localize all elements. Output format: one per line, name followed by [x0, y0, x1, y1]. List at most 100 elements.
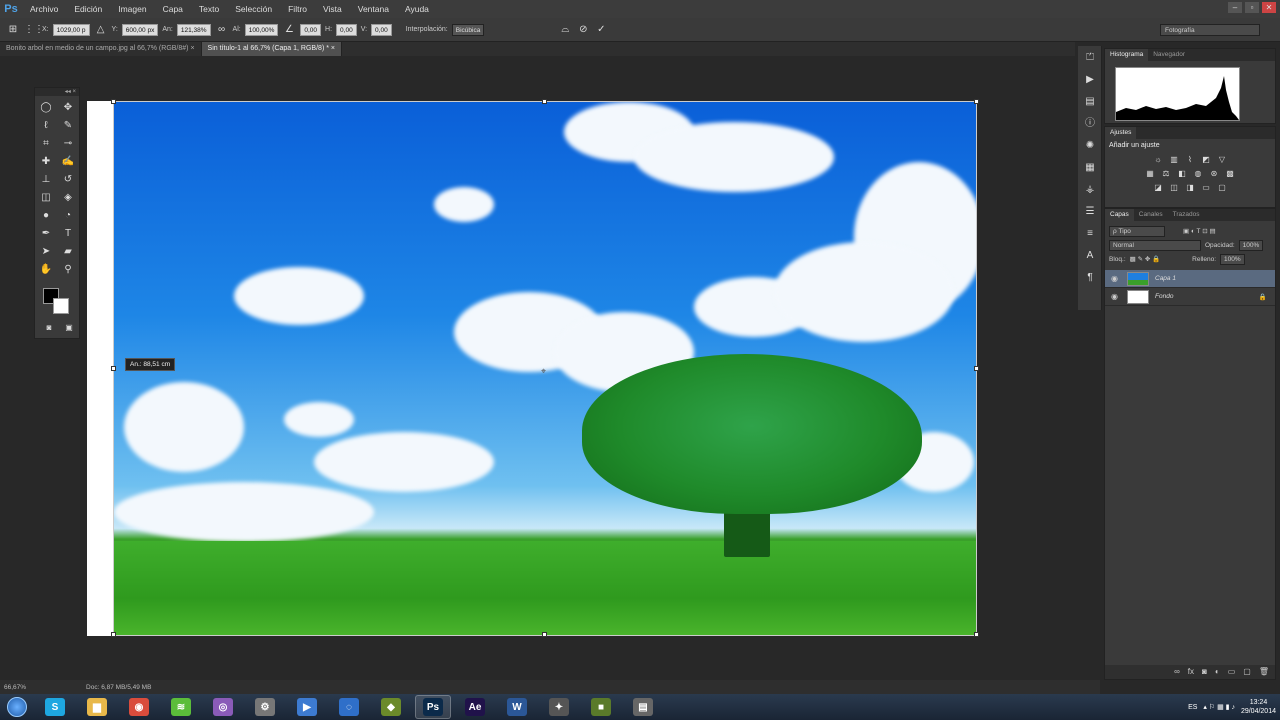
x-field[interactable]: 1029,00 p	[52, 23, 90, 36]
transform-handle-r[interactable]	[974, 366, 979, 371]
delta-icon[interactable]: △	[94, 23, 108, 37]
tool-preset-icon[interactable]: ⊞	[6, 23, 20, 37]
channel-mixer-icon[interactable]: ⊛	[1208, 168, 1220, 180]
tab-histograma[interactable]: Histograma	[1105, 49, 1149, 61]
add-mask-icon[interactable]: ◙	[1202, 665, 1207, 679]
menu-ayuda[interactable]: Ayuda	[397, 0, 437, 18]
minimize-button[interactable]: –	[1228, 2, 1242, 13]
cancel-transform-icon[interactable]: ⊘	[576, 23, 590, 37]
close-button[interactable]: ✕	[1262, 2, 1276, 13]
posterize-icon[interactable]: ◫	[1168, 182, 1180, 194]
background-color-swatch[interactable]	[53, 298, 69, 314]
taskbar-app[interactable]: ▶	[289, 695, 325, 719]
warp-icon[interactable]: ⌓	[558, 23, 572, 37]
taskbar-app[interactable]: ⚙	[247, 695, 283, 719]
zoom-level[interactable]: 66,67%	[4, 684, 26, 691]
layer-style-icon[interactable]: fx	[1188, 665, 1194, 679]
zoom-tool-icon[interactable]: ⚲	[58, 262, 78, 277]
taskbar-app[interactable]: ✦	[541, 695, 577, 719]
visibility-eye-icon[interactable]: ◉	[1111, 274, 1121, 283]
tab-canales[interactable]: Canales	[1134, 209, 1168, 221]
language-indicator[interactable]: ES	[1188, 704, 1197, 711]
height-field[interactable]: 100,00%	[244, 23, 279, 36]
character-icon[interactable]: A	[1079, 246, 1101, 266]
bucket-tool-icon[interactable]: ◈	[58, 190, 78, 205]
lasso-tool-icon[interactable]: ℓ	[36, 118, 56, 133]
vskew-field[interactable]: 0,00	[371, 23, 392, 36]
type-tool-icon[interactable]: T	[58, 226, 78, 241]
maximize-button[interactable]: ▫	[1245, 2, 1259, 13]
group-icon[interactable]: ▭	[1228, 665, 1236, 679]
taskbar-app[interactable]: W	[499, 695, 535, 719]
new-layer-icon[interactable]: ▢	[1243, 665, 1251, 679]
taskbar-app[interactable]: Ps	[415, 695, 451, 719]
stamp-tool-icon[interactable]: ⊥	[36, 172, 56, 187]
path-select-tool-icon[interactable]: ➤	[36, 244, 56, 259]
hue-icon[interactable]: ▦	[1144, 168, 1156, 180]
start-button[interactable]	[0, 694, 34, 720]
actions-icon[interactable]: ▶	[1079, 70, 1101, 90]
menu-capa[interactable]: Capa	[155, 0, 191, 18]
color-lookup-icon[interactable]: ▩	[1224, 168, 1236, 180]
fill-field[interactable]: 100%	[1220, 253, 1245, 265]
tools-panel-header[interactable]: ◂◂ ×	[35, 88, 79, 96]
commit-transform-icon[interactable]: ✓	[594, 23, 608, 37]
photo-filter-icon[interactable]: ◍	[1192, 168, 1204, 180]
brightness-icon[interactable]: ☼	[1152, 154, 1164, 166]
gradient-map-icon[interactable]: ▭	[1200, 182, 1212, 194]
menu-filtro[interactable]: Filtro	[280, 0, 315, 18]
dodge-tool-icon[interactable]: ◔	[58, 208, 78, 223]
menu-texto[interactable]: Texto	[191, 0, 227, 18]
filter-kind-select[interactable]: ρ Tipo	[1109, 225, 1165, 237]
crop-tool-icon[interactable]: ⌗	[36, 136, 56, 151]
tray-icons[interactable]: ▴ ⚐ ▦ ▮ ♪	[1203, 703, 1235, 711]
tab-close-icon[interactable]: ×	[331, 45, 335, 52]
brush-tool-icon[interactable]: ✍	[58, 154, 78, 169]
threshold-icon[interactable]: ◨	[1184, 182, 1196, 194]
transform-handle-b[interactable]	[542, 632, 547, 637]
transform-handle-tl[interactable]	[111, 99, 116, 104]
link-layers-icon[interactable]: ∞	[1174, 665, 1180, 679]
history-icon[interactable]: ⏍	[1079, 48, 1101, 68]
lock-icons[interactable]: ▩ ✎ ✥ 🔒	[1130, 255, 1161, 263]
workspace-select[interactable]: Fotografía	[1160, 24, 1260, 36]
tab-sin-titulo[interactable]: Sin título-1 al 66,7% (Capa 1, RGB/8) * …	[201, 42, 342, 56]
invert-icon[interactable]: ◪	[1152, 182, 1164, 194]
transform-handle-tr[interactable]	[974, 99, 979, 104]
vibrance-icon[interactable]: ▽	[1216, 154, 1228, 166]
pen-tool-icon[interactable]: ✒	[36, 226, 56, 241]
layer-row-capa-1[interactable]: ◉ Capa 1	[1105, 270, 1275, 288]
clone-source-icon[interactable]: ⚶	[1079, 180, 1101, 200]
adjustment-layer-icon[interactable]: ◐	[1215, 665, 1220, 679]
shape-tool-icon[interactable]: ▰	[58, 244, 78, 259]
tab-bonito-arbol[interactable]: Bonito arbol en medio de un campo.jpg al…	[0, 42, 202, 56]
screen-mode-icon[interactable]: ▣	[59, 320, 79, 335]
transform-center-icon[interactable]: ⌖	[541, 366, 546, 377]
delete-layer-icon[interactable]: 🗑	[1259, 665, 1269, 679]
taskbar-app[interactable]: ▆	[79, 695, 115, 719]
taskbar-app[interactable]: ▤	[625, 695, 661, 719]
curves-icon[interactable]: ⌇	[1184, 154, 1196, 166]
tab-trazados[interactable]: Trazados	[1168, 209, 1205, 221]
move-tool-icon[interactable]: ✥	[58, 100, 78, 115]
taskbar-app[interactable]: ≋	[163, 695, 199, 719]
quick-mask-icon[interactable]: ◙	[39, 320, 59, 335]
taskbar-app[interactable]: ■	[583, 695, 619, 719]
taskbar-app[interactable]: ◎	[205, 695, 241, 719]
width-field[interactable]: 121,38%	[176, 23, 211, 36]
menu-seleccion[interactable]: Selección	[227, 0, 280, 18]
eyedropper-tool-icon[interactable]: ⊸	[58, 136, 78, 151]
blend-mode-select[interactable]: Normal	[1109, 239, 1201, 251]
tool-presets-icon[interactable]: ☰	[1079, 202, 1101, 222]
taskbar-app[interactable]: ◆	[373, 695, 409, 719]
transform-handle-br[interactable]	[974, 632, 979, 637]
healing-tool-icon[interactable]: ✚	[36, 154, 56, 169]
swatches-icon[interactable]: ▦	[1079, 158, 1101, 178]
properties-icon[interactable]: ▤	[1079, 92, 1101, 112]
taskbar-app[interactable]: S	[37, 695, 73, 719]
black-white-icon[interactable]: ◧	[1176, 168, 1188, 180]
exposure-icon[interactable]: ◩	[1200, 154, 1212, 166]
eraser-tool-icon[interactable]: ◫	[36, 190, 56, 205]
menu-edicion[interactable]: Edición	[66, 0, 110, 18]
filter-icons[interactable]: ▣ ◐ T ⊡ ▤	[1183, 227, 1216, 235]
